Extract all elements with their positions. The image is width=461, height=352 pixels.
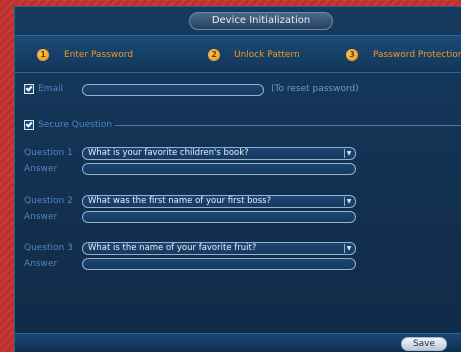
device-init-window: Device Initialization 1 Enter Password 2…	[14, 6, 461, 352]
step-3-number: 3	[346, 49, 358, 61]
email-input[interactable]	[82, 84, 264, 96]
answer-3-input[interactable]	[82, 258, 356, 270]
step-2-number: 2	[208, 49, 220, 61]
step-1-label: Enter Password	[64, 50, 134, 60]
question-1-label: Question 1	[24, 148, 73, 158]
step-3-label: Password Protection	[373, 50, 461, 60]
question-2-value: What was the first name of your first bo…	[88, 196, 272, 206]
question-1-select[interactable]: What is your favorite children's book? ▼	[82, 147, 356, 160]
secure-question-label: Secure Question	[38, 120, 113, 130]
email-label: Email	[38, 84, 63, 94]
chevron-down-icon[interactable]: ▼	[344, 149, 353, 158]
question-3-select[interactable]: What is the name of your favorite fruit?…	[82, 242, 356, 255]
save-button[interactable]: Save	[401, 337, 447, 351]
chevron-down-icon[interactable]: ▼	[344, 197, 353, 206]
check-icon	[25, 84, 33, 92]
answer-3-label: Answer	[24, 259, 58, 269]
question-3-label: Question 3	[24, 243, 73, 253]
step-bar: 1 Enter Password 2 Unlock Pattern 3 Pass…	[15, 35, 461, 73]
secure-question-checkbox[interactable]	[24, 120, 34, 130]
question-1-value: What is your favorite children's book?	[88, 148, 249, 158]
email-checkbox[interactable]	[24, 84, 34, 94]
answer-2-label: Answer	[24, 212, 58, 222]
section-divider	[115, 125, 461, 126]
question-3-value: What is the name of your favorite fruit?	[88, 243, 257, 253]
footer-bar: Save	[15, 333, 461, 352]
answer-1-input[interactable]	[82, 163, 356, 175]
question-2-select[interactable]: What was the first name of your first bo…	[82, 195, 356, 208]
check-icon	[25, 120, 33, 128]
answer-2-input[interactable]	[82, 211, 356, 223]
step-2-label: Unlock Pattern	[234, 50, 300, 60]
email-hint: (To reset password)	[271, 84, 359, 94]
question-2-label: Question 2	[24, 196, 73, 206]
answer-1-label: Answer	[24, 164, 58, 174]
window-title: Device Initialization	[189, 12, 333, 30]
step-1-number: 1	[37, 49, 49, 61]
chevron-down-icon[interactable]: ▼	[344, 244, 353, 253]
